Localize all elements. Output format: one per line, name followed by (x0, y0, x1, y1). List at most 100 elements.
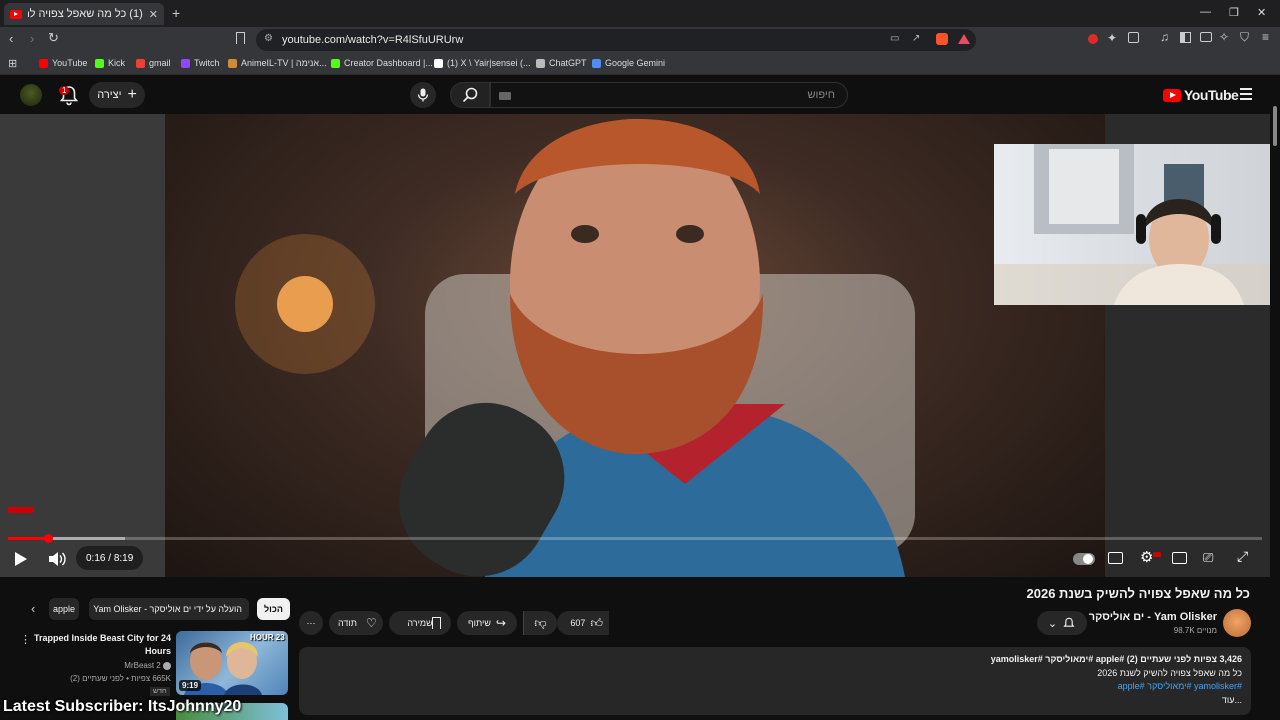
share-label: שיתוף (468, 618, 491, 628)
bookmark-youtube[interactable]: YouTube (39, 58, 87, 68)
close-window-button[interactable]: ✕ (1257, 6, 1266, 19)
verified-badge-icon (163, 661, 171, 670)
menu-icon[interactable]: ≡ (1262, 30, 1269, 44)
chip-uploaded-by[interactable]: הועלה על ידי ים אוליסקר - Yam Olisker (89, 598, 249, 620)
leo-ai-icon[interactable]: ✧ (1219, 30, 1229, 44)
browser-toolbar: ‹ › ↻ ⚙ youtube.com/watch?v=R4lSfuURUrw … (0, 27, 1280, 53)
save-button[interactable]: שמירה (389, 611, 451, 635)
more-actions-button[interactable]: ⋯ (299, 611, 323, 635)
dislike-button[interactable]: 👎︎ (523, 611, 557, 635)
minimize-button[interactable]: — (1200, 6, 1211, 18)
progress-bar[interactable] (8, 534, 1262, 543)
bell-icon (1063, 617, 1075, 627)
kick-icon (331, 58, 340, 68)
install-app-icon[interactable]: ▭ (890, 33, 899, 44)
search-button[interactable] (450, 82, 490, 108)
sidebar-toggle-icon[interactable] (1180, 32, 1191, 43)
keyboard-icon[interactable] (499, 92, 511, 100)
bookmark-gemini[interactable]: Google Gemini (592, 58, 665, 68)
page-scrollbar[interactable] (1270, 100, 1280, 720)
like-button[interactable]: 607 👍︎ (557, 611, 609, 635)
tab-close-button[interactable]: ✕ (149, 8, 158, 21)
youtube-icon (39, 58, 48, 68)
bookmark-page-icon[interactable] (236, 32, 245, 44)
settings-gear-icon[interactable]: ⚙ (1140, 548, 1153, 566)
restore-button[interactable]: ❐ (1229, 6, 1239, 19)
time-display: 0:16 / 8:19 (76, 546, 144, 570)
address-bar[interactable]: ⚙ youtube.com/watch?v=R4lSfuURUrw ▭ ↗ (256, 29, 976, 51)
recommendation-duration: 9:19 (179, 680, 202, 691)
miniplayer-icon[interactable] (1172, 552, 1187, 564)
bookmark-animeil[interactable]: AnimeIL-TV | אנימה... (228, 58, 327, 68)
thanks-button[interactable]: תודה ♡ (329, 611, 383, 635)
description-hashtags[interactable]: #yamolisker #ימאוליסקר #apple (1118, 681, 1242, 691)
time-separator: / (105, 552, 114, 564)
time-current: 0:16 (86, 552, 106, 564)
bookmark-creator-dashboard[interactable]: Creator Dashboard |... (331, 58, 433, 68)
twitch-icon (181, 58, 190, 68)
scrollbar-thumb[interactable] (1273, 106, 1277, 146)
fullscreen-icon[interactable]: ⤢ (1237, 548, 1248, 565)
play-button[interactable] (14, 551, 28, 570)
volume-button[interactable] (48, 551, 66, 570)
subscribed-button[interactable]: ⌄ (1037, 611, 1087, 635)
media-note-icon[interactable]: ♫ (1160, 30, 1169, 44)
browser-tab-bar: (1) כל מה שאפל צפויה להשיק ב... ✕ + — ❐ … (0, 0, 1280, 27)
search-input[interactable]: חיפוש (490, 82, 848, 108)
chip-all[interactable]: הכול (257, 598, 290, 620)
bookmark-chatgpt[interactable]: ChatGPT (536, 58, 587, 68)
chips-scroll-left-icon[interactable]: ‹ (31, 601, 35, 616)
bookmark-kick[interactable]: Kick (95, 58, 125, 68)
youtube-logo[interactable]: YouTube (1163, 87, 1239, 103)
share-arrow-icon: ↪ (495, 616, 506, 630)
new-tab-button[interactable]: + (172, 5, 180, 21)
bookmark-x[interactable]: (1) X \ Yair|sensei (... (434, 58, 531, 68)
browser-tab[interactable]: (1) כל מה שאפל צפויה להשיק ב... ✕ (4, 3, 164, 25)
bookmark-twitch[interactable]: Twitch (181, 58, 220, 68)
recommendation-channel[interactable]: MrBeast 2 (20, 661, 171, 670)
reload-icon[interactable]: ↻ (48, 30, 59, 46)
back-arrow-icon[interactable]: ‹ (9, 31, 13, 46)
recommendation-thumbnail[interactable]: HOUR 23 9:19 (176, 631, 288, 695)
recommendation-channel-name: MrBeast 2 (124, 661, 161, 670)
description-box[interactable]: 3,426 צפיות לפני שעתיים (2) #apple #ימאו… (299, 647, 1251, 715)
youtube-header: 1 יצירה + חיפוש YouTube (0, 76, 1280, 114)
autoplay-knob (1083, 554, 1093, 564)
chip-apple-label: apple (52, 604, 75, 614)
extension-record-icon[interactable] (1088, 34, 1098, 44)
voice-search-button[interactable] (410, 82, 436, 108)
site-settings-icon[interactable]: ⚙ (264, 33, 273, 44)
forward-arrow-icon[interactable]: › (30, 31, 34, 46)
subscribe-watermark-icon (8, 507, 34, 513)
channel-avatar[interactable] (1223, 609, 1251, 637)
brave-rewards-icon[interactable] (958, 34, 970, 44)
autoplay-toggle[interactable] (1073, 553, 1095, 565)
progress-played (8, 537, 49, 540)
gemini-icon (592, 58, 601, 68)
bookmark-gmail[interactable]: gmail (136, 58, 171, 68)
cast-icon[interactable]: ⎚ (1203, 550, 1213, 566)
screenshot-icon[interactable] (1128, 32, 1139, 43)
subtitles-icon[interactable] (1108, 552, 1123, 564)
recommendation-meta: 665K צפיות • לפני שעתיים (2) (70, 674, 171, 683)
extensions-puzzle-icon[interactable]: ✦ (1107, 31, 1117, 45)
share-page-icon[interactable]: ↗ (912, 33, 920, 44)
vpn-shield-icon[interactable]: ⛉ (1240, 30, 1249, 45)
hamburger-menu-icon[interactable] (1240, 88, 1252, 103)
create-label: יצירה (97, 89, 122, 101)
create-button[interactable]: יצירה + (89, 82, 145, 108)
chip-apple[interactable]: apple (49, 598, 79, 620)
description-more[interactable]: ...עוד (1222, 695, 1242, 705)
bookmark-save-icon (432, 617, 441, 629)
video-player[interactable]: 0:16 / 8:19 ⚙ ⎚ ⤢ (0, 114, 1270, 577)
apps-grid-icon[interactable]: ⊞ (8, 57, 17, 70)
account-avatar[interactable] (20, 84, 42, 106)
play-icon (15, 552, 27, 566)
recommendation-title[interactable]: Trapped Inside Beast City for 24 Hours (20, 632, 171, 658)
share-button[interactable]: שיתוף ↪ (457, 611, 517, 635)
wallet-icon[interactable] (1200, 32, 1212, 42)
video-frame (165, 114, 1105, 577)
microphone-icon (417, 88, 429, 102)
brave-shield-icon[interactable] (936, 33, 948, 45)
animeil-icon (228, 58, 237, 68)
